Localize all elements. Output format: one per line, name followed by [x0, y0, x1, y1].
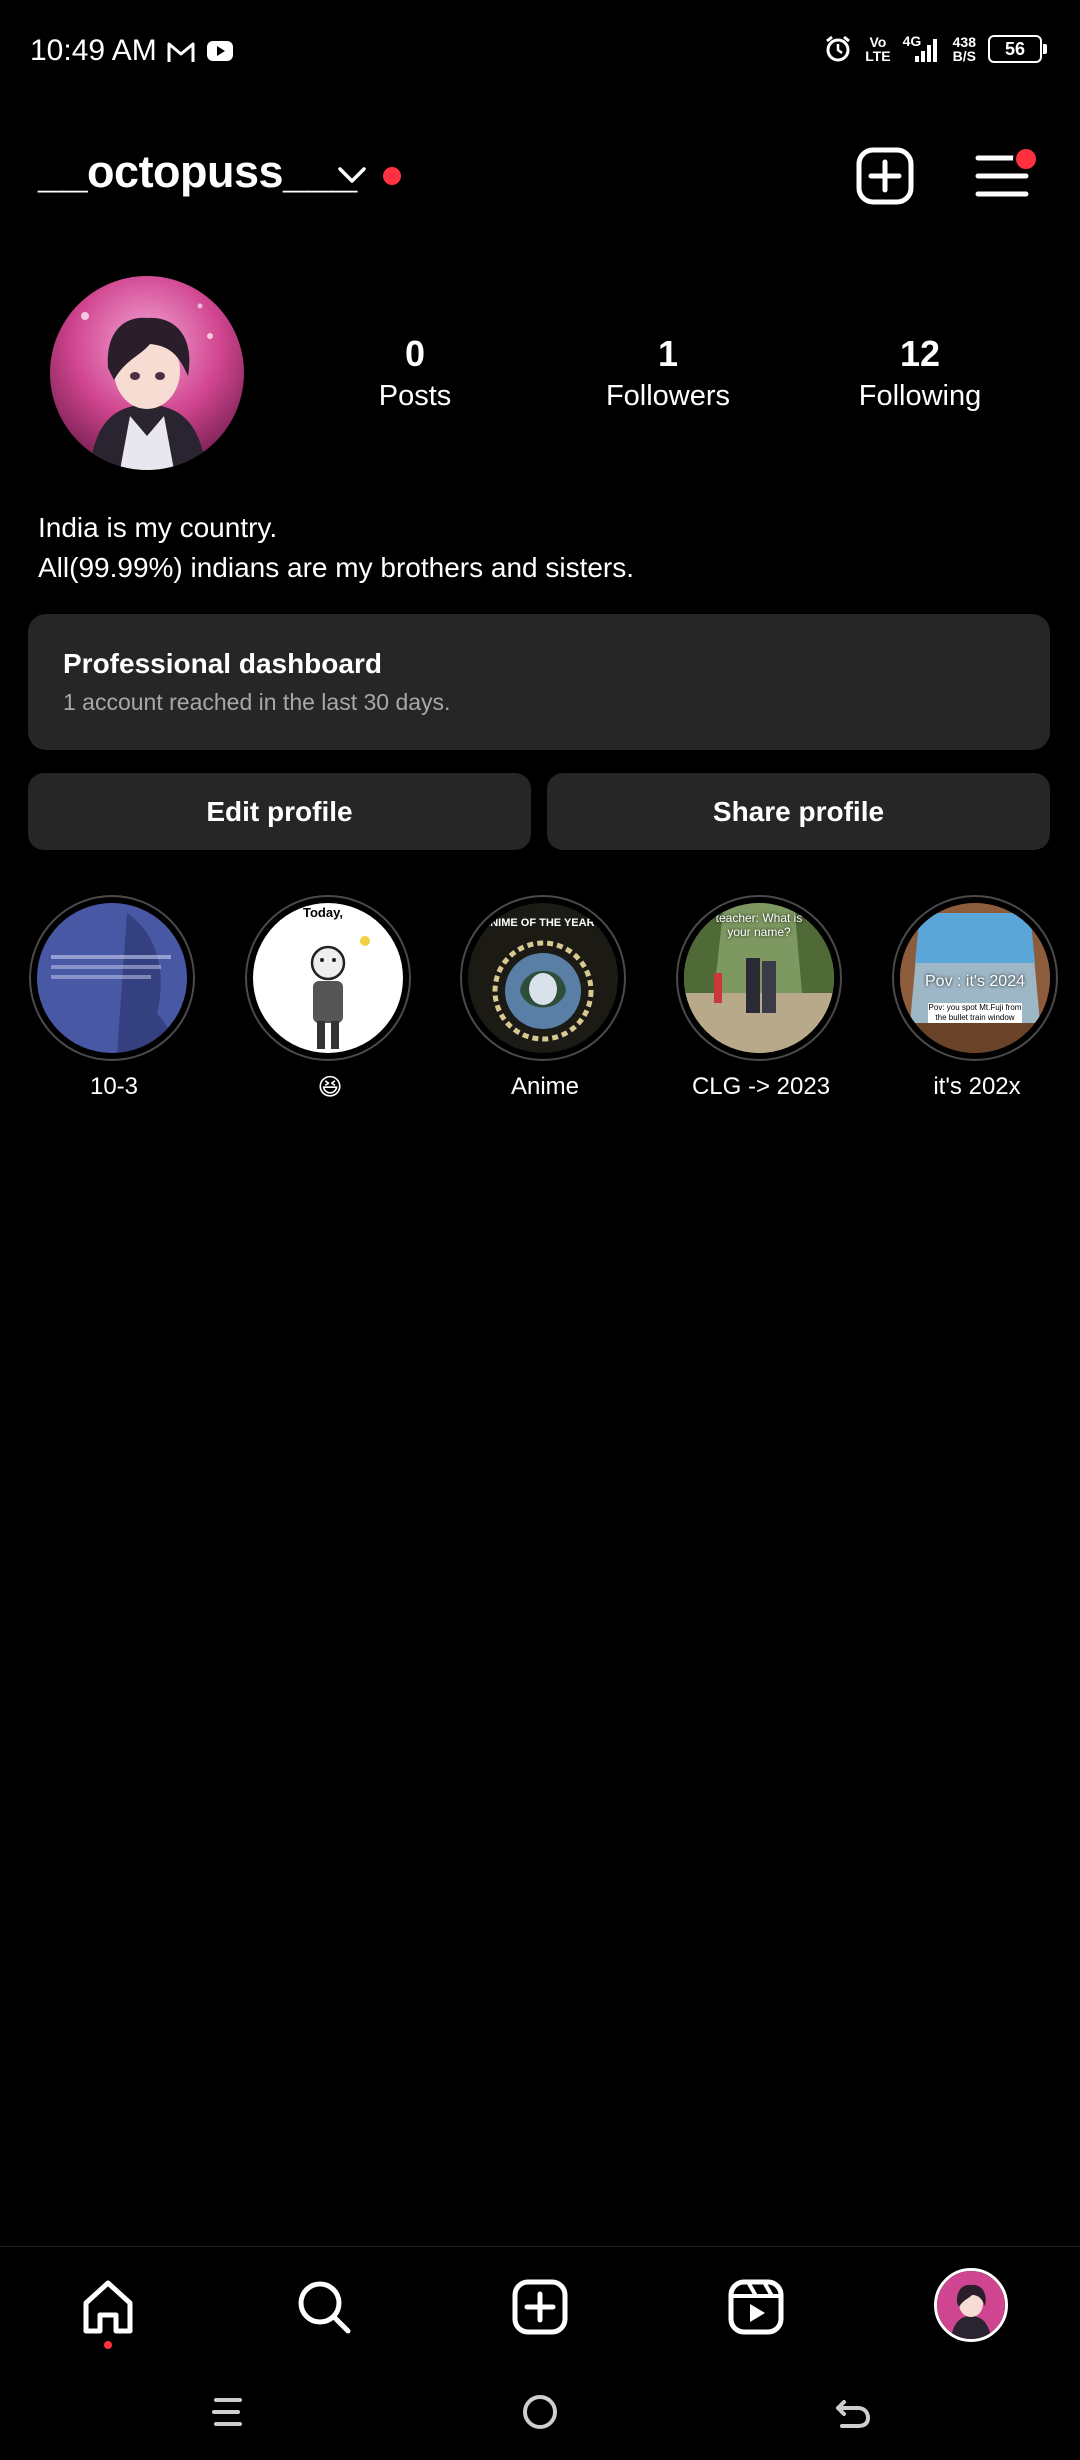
chevron-down-icon[interactable] — [336, 164, 368, 186]
network-speed: 438 B/S — [952, 34, 976, 64]
create-icon — [512, 2279, 568, 2335]
system-nav — [0, 2364, 1080, 2460]
battery-icon: 56 — [988, 35, 1047, 63]
highlight-item[interactable]: 10-3 — [29, 895, 199, 1101]
highlight-cover: Pov : it's 2024 Pov: you spot Mt.Fuji fr… — [900, 903, 1050, 1053]
share-profile-button[interactable]: Share profile — [547, 773, 1050, 850]
highlight-label: 10-3 — [89, 1073, 139, 1100]
highlight-cover: Today, — [253, 903, 403, 1053]
highlight-label: it's 202x — [933, 1073, 1021, 1100]
profile-username[interactable]: __octopuss___ — [38, 146, 357, 198]
back-icon[interactable] — [828, 2388, 876, 2436]
dashboard-title: Professional dashboard — [63, 648, 382, 679]
nav-create[interactable] — [504, 2271, 576, 2343]
highlight-item[interactable]: ANIME OF THE YEAR 2 Anime — [460, 895, 630, 1101]
highlight-label: 😆 — [317, 1074, 343, 1101]
youtube-icon — [207, 41, 233, 61]
highlight-ring: teacher: What is your name? — [676, 895, 842, 1061]
highlight-item[interactable]: teacher: What is your name? CLG -> 2023 — [676, 895, 846, 1101]
stat-followers[interactable]: 1 Followers — [568, 334, 768, 416]
highlight-cover-text: teacher: What is your name? — [715, 911, 803, 939]
profile-bio: India is my country. All(99.99%) indians… — [38, 508, 634, 588]
gmail-icon — [167, 42, 195, 62]
profile-avatar[interactable] — [50, 276, 244, 470]
stat-following-label: Following — [858, 380, 982, 412]
stat-followers-count: 1 — [657, 333, 679, 374]
highlight-label: CLG -> 2023 — [691, 1073, 831, 1100]
highlight-ring — [29, 895, 195, 1061]
stat-followers-label: Followers — [605, 380, 731, 412]
status-right: Vo LTE 4G 438 B/S 56 — [823, 34, 1047, 64]
highlight-ring: Pov : it's 2024 Pov: you spot Mt.Fuji fr… — [892, 895, 1058, 1061]
battery-level: 56 — [1004, 38, 1026, 59]
nav-home[interactable] — [72, 2271, 144, 2343]
reels-icon — [728, 2279, 784, 2335]
search-icon — [298, 2281, 351, 2334]
account-notification-dot — [383, 167, 401, 185]
stat-posts-label: Posts — [378, 380, 452, 412]
home-notification-dot — [104, 2341, 112, 2349]
professional-dashboard-card[interactable]: Professional dashboard 1 account reached… — [28, 614, 1050, 750]
recents-icon[interactable] — [204, 2388, 252, 2436]
home-icon — [83, 2280, 133, 2334]
dashboard-subtitle: 1 account reached in the last 30 days. — [63, 689, 451, 715]
highlight-ring: Today, — [245, 895, 411, 1061]
highlight-label: Anime — [510, 1073, 580, 1100]
status-time: 10:49 AM — [30, 34, 157, 67]
highlight-cover — [37, 903, 187, 1053]
edit-profile-button[interactable]: Edit profile — [28, 773, 531, 850]
stat-posts[interactable]: 0 Posts — [315, 334, 515, 416]
alarm-icon — [826, 35, 851, 62]
stat-following-count: 12 — [899, 333, 941, 374]
menu-notification-dot — [1013, 146, 1039, 172]
stat-following[interactable]: 12 Following — [820, 334, 1020, 416]
nav-search[interactable] — [288, 2271, 360, 2343]
highlight-item[interactable]: Today, 😆 — [245, 895, 415, 1102]
bottom-nav — [0, 2246, 1080, 2365]
nav-profile-avatar[interactable] — [934, 2268, 1008, 2342]
bio-line-1: India is my country. — [38, 512, 278, 543]
highlight-cover-subtext: Pov: you spot Mt.Fuji from the bullet tr… — [928, 1003, 1022, 1023]
highlight-cover-text: Pov : it's 2024 — [925, 973, 1025, 990]
highlight-cover: teacher: What is your name? — [684, 903, 834, 1053]
status-bar: 10:49 AM Vo LTE 4G 438 B/S 56 — [0, 0, 1080, 110]
nav-reels[interactable] — [720, 2271, 792, 2343]
new-post-icon[interactable] — [855, 146, 915, 206]
volte-icon: Vo LTE — [865, 34, 891, 64]
stat-posts-count: 0 — [404, 333, 426, 374]
highlight-cover: ANIME OF THE YEAR 2 — [468, 903, 618, 1053]
highlight-item[interactable]: Pov : it's 2024 Pov: you spot Mt.Fuji fr… — [892, 895, 1062, 1101]
bio-line-2: All(99.99%) indians are my brothers and … — [38, 552, 635, 583]
signal-icon: 4G — [903, 34, 941, 64]
home-circle-icon[interactable] — [516, 2388, 564, 2436]
highlight-ring: ANIME OF THE YEAR 2 — [460, 895, 626, 1061]
